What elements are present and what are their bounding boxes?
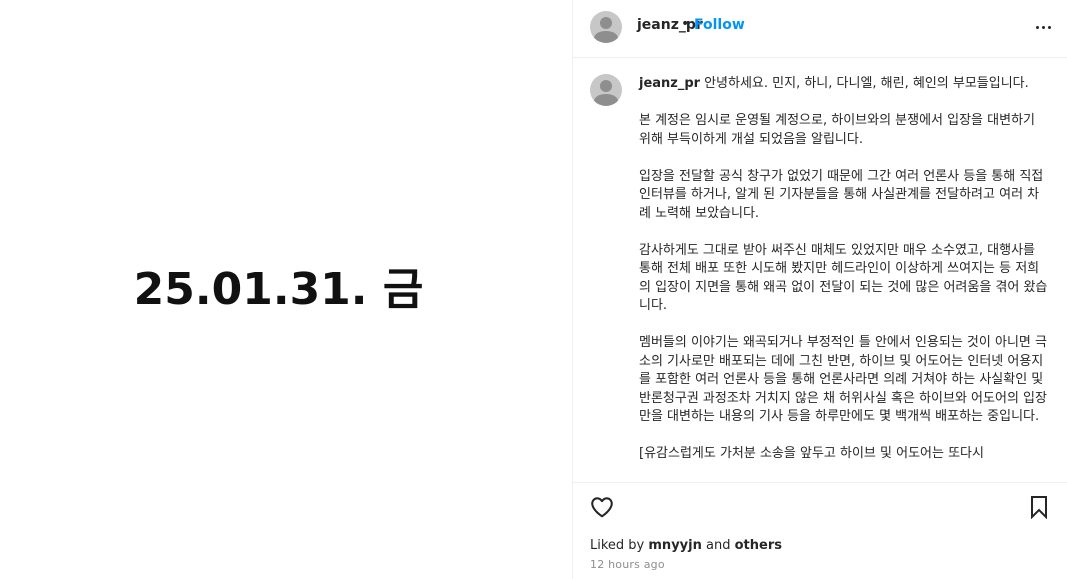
post-dialog: 25.01.31. 금 jeanz_pr • Follow jeanz_pr 안녕… [0, 0, 1067, 579]
caption-paragraph: 감사하게도 그대로 받아 써주신 매체도 있었지만 매우 소수였고, 대행사를 … [639, 242, 1048, 314]
caption-text: jeanz_pr 안녕하세요. 민지, 하니, 다니엘, 해린, 혜인의 부모들입… [639, 75, 1049, 482]
caption-paragraph: jeanz_pr 안녕하세요. 민지, 하니, 다니엘, 해린, 혜인의 부모들입… [639, 75, 1049, 94]
post-timestamp[interactable]: 12 hours ago [590, 558, 665, 571]
post-image-text: 25.01.31. 금 [133, 264, 424, 315]
caption-paragraph: 멤버들의 이야기는 왜곡되거나 부정적인 틀 안에서 인용되는 것이 아니면 극… [639, 335, 1047, 424]
caption-paragraph: [유감스럽게도 가처분 소송을 앞두고 하이브 및 어도어는 또다시 [639, 446, 984, 461]
liked-by-and: and [706, 538, 731, 553]
caption-username[interactable]: jeanz_pr [639, 76, 700, 91]
liked-by-prefix: Liked by [590, 538, 645, 553]
post-header: jeanz_pr • Follow [573, 0, 1067, 58]
caption-scroll-area[interactable]: jeanz_pr 안녕하세요. 민지, 하니, 다니엘, 해린, 혜인의 부모들입… [573, 58, 1067, 482]
caption-paragraph: 본 계정은 임시로 운영될 계정으로, 하이브와의 분쟁에서 입장을 대변하기 … [639, 113, 1035, 147]
more-options-icon[interactable] [1032, 16, 1054, 38]
post-image[interactable]: 25.01.31. 금 [0, 0, 572, 579]
liked-by-others[interactable]: others [735, 538, 782, 553]
caption-avatar[interactable] [590, 74, 622, 106]
likes-summary: Liked by mnyyjn and others [590, 538, 782, 553]
heart-icon[interactable] [589, 494, 615, 520]
liked-by-user[interactable]: mnyyjn [648, 538, 701, 553]
bookmark-icon[interactable] [1028, 495, 1050, 520]
caption-paragraph-text: 안녕하세요. 민지, 하니, 다니엘, 해린, 혜인의 부모들입니다. [704, 76, 1029, 91]
follow-button[interactable]: Follow [694, 17, 745, 33]
post-details-panel: jeanz_pr • Follow jeanz_pr 안녕하세요. 민지, 하니,… [572, 0, 1067, 579]
header-username[interactable]: jeanz_pr [637, 17, 703, 33]
avatar[interactable] [590, 11, 622, 43]
caption-paragraph: 입장을 전달할 공식 창구가 없었기 때문에 그간 여러 언론사 등을 통해 직… [639, 168, 1044, 221]
header-separator: • [681, 16, 690, 32]
post-actions: Liked by mnyyjn and others 12 hours ago [573, 482, 1067, 579]
